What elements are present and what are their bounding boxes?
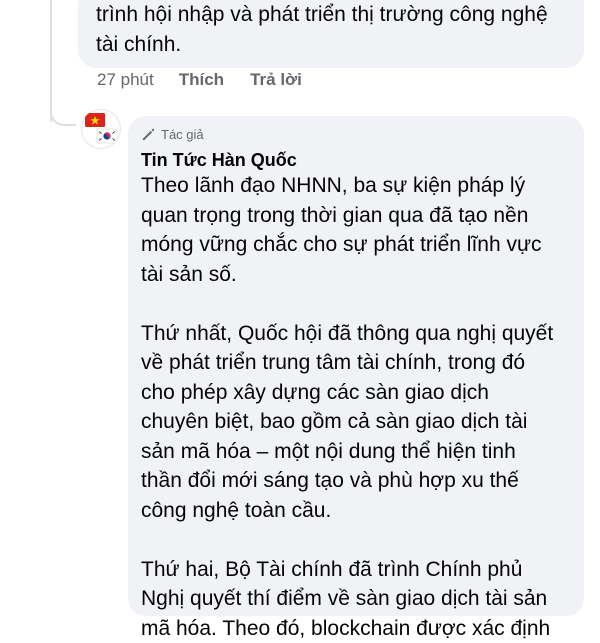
author-badge-label: Tác giả	[161, 127, 204, 142]
avatar[interactable]	[81, 109, 121, 149]
comment-body: Theo lãnh đạo NHNN, ba sự kiện pháp lý q…	[141, 171, 568, 643]
comment-paragraph: Thứ nhất, Quốc hội đã thông qua nghị quy…	[141, 319, 568, 526]
previous-comment-bubble: trình hội nhập và phát triển thị trường …	[78, 0, 584, 68]
comment-timestamp[interactable]: 27 phút	[97, 70, 154, 90]
comment-paragraph: Thứ hai, Bộ Tài chính đã trình Chính phủ…	[141, 555, 568, 643]
previous-comment-text: trình hội nhập và phát triển thị trường …	[96, 0, 568, 60]
author-badge: Tác giả	[141, 124, 568, 144]
vietnam-korea-flags-avatar-icon	[81, 109, 121, 149]
pencil-icon	[141, 127, 156, 142]
author-name[interactable]: Tin Tức Hàn Quốc	[141, 149, 568, 171]
like-button[interactable]: Thích	[179, 70, 224, 90]
comment-actions: 27 phút Thích Trả lời	[97, 68, 328, 92]
reply-button[interactable]: Trả lời	[250, 70, 302, 90]
comment-paragraph: Theo lãnh đạo NHNN, ba sự kiện pháp lý q…	[141, 171, 568, 289]
thread-connector	[50, 104, 76, 126]
author-comment-bubble: Tác giả Tin Tức Hàn Quốc Theo lãnh đạo N…	[128, 116, 584, 616]
